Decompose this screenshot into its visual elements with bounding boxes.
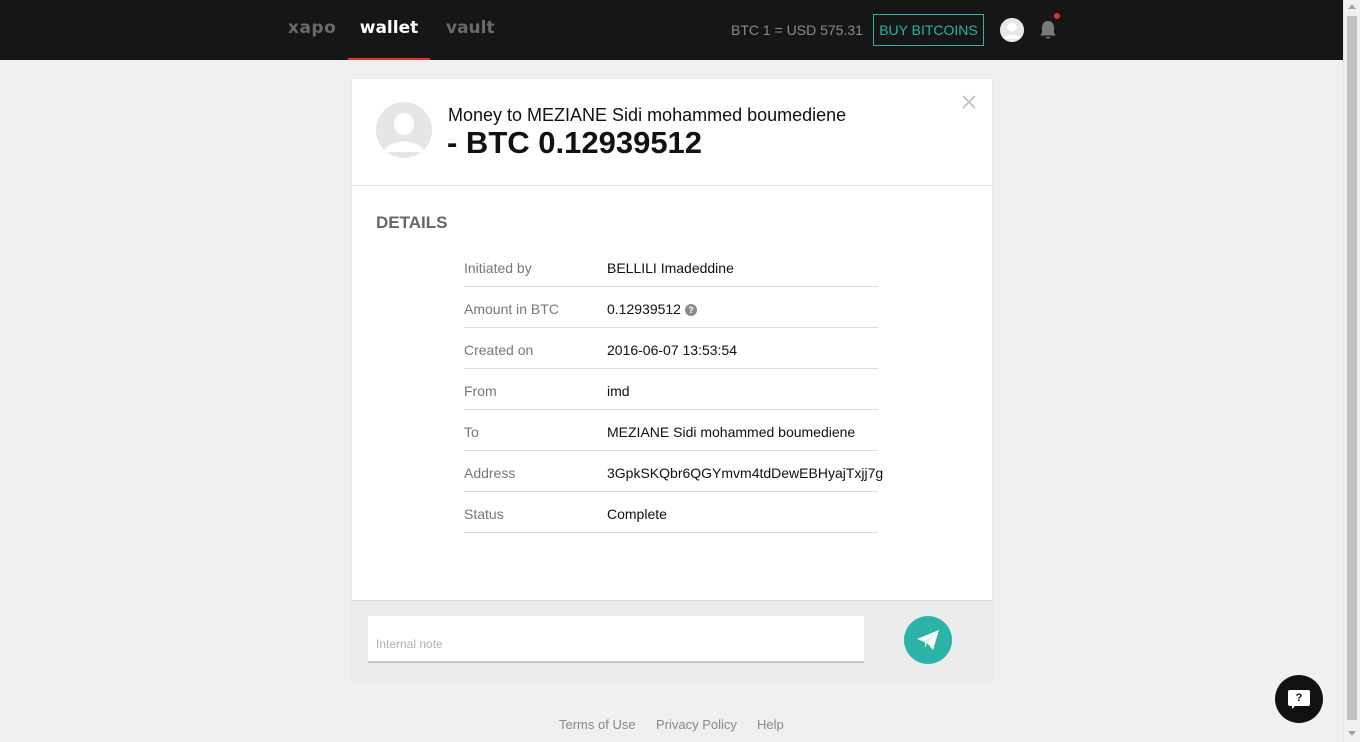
detail-label: Created on bbox=[464, 342, 534, 358]
detail-value: 0.12939512 bbox=[607, 301, 681, 317]
detail-row-status: Status Complete bbox=[464, 492, 878, 533]
notification-badge bbox=[1054, 13, 1060, 19]
active-tab-indicator bbox=[348, 58, 430, 60]
user-avatar-icon[interactable] bbox=[1000, 18, 1024, 42]
nav-tab-wallet[interactable]: wallet bbox=[348, 0, 430, 60]
paper-plane-icon bbox=[917, 630, 939, 650]
chat-help-button[interactable]: ? bbox=[1275, 675, 1323, 723]
detail-value: Complete bbox=[607, 506, 667, 522]
xapo-logo[interactable]: xapo bbox=[288, 18, 336, 38]
detail-label: From bbox=[464, 383, 497, 399]
nav-tab-wallet-label: wallet bbox=[359, 18, 419, 38]
transaction-title: Money to MEZIANE Sidi mohammed boumedien… bbox=[448, 105, 847, 125]
scroll-up-arrow-icon[interactable] bbox=[1348, 4, 1356, 9]
nav-tab-vault[interactable]: vault bbox=[446, 18, 495, 38]
detail-row-created-on: Created on 2016-06-07 13:53:54 bbox=[464, 328, 878, 369]
transaction-detail-card: Money to MEZIANE Sidi mohammed boumedien… bbox=[352, 79, 992, 681]
detail-label: Initiated by bbox=[464, 260, 532, 276]
buy-bitcoins-button[interactable]: BUY BITCOINS bbox=[873, 14, 984, 46]
detail-label: Address bbox=[464, 465, 516, 481]
detail-label: Status bbox=[464, 506, 504, 522]
detail-row-to: To MEZIANE Sidi mohammed boumediene bbox=[464, 410, 878, 451]
help-icon[interactable]: ? bbox=[684, 304, 697, 316]
scroll-down-arrow-icon[interactable] bbox=[1348, 731, 1356, 736]
transaction-amount: - BTC 0.12939512 bbox=[447, 125, 703, 160]
send-note-button[interactable] bbox=[904, 616, 952, 664]
scrollbar-thumb[interactable] bbox=[1347, 16, 1357, 720]
card-header: Money to MEZIANE Sidi mohammed boumedien… bbox=[352, 79, 992, 186]
detail-value: MEZIANE Sidi mohammed boumediene bbox=[607, 424, 856, 440]
help-link[interactable]: Help bbox=[757, 717, 784, 732]
notifications-bell-icon[interactable] bbox=[1038, 19, 1058, 41]
detail-value: 2016-06-07 13:53:54 bbox=[607, 342, 737, 358]
privacy-policy-link[interactable]: Privacy Policy bbox=[656, 717, 737, 732]
internal-note-section bbox=[352, 600, 992, 681]
exchange-rate: BTC 1 = USD 575.31 bbox=[731, 22, 863, 38]
detail-label: Amount in BTC bbox=[464, 301, 559, 317]
chat-bubble-tail bbox=[1292, 705, 1296, 709]
recipient-avatar-icon bbox=[376, 102, 432, 158]
detail-value: 3GpkSKQbr6QGYmvm4tdDewEBHyajTxjj7g bbox=[607, 465, 884, 481]
detail-value: imd bbox=[607, 383, 630, 399]
terms-of-use-link[interactable]: Terms of Use bbox=[559, 717, 636, 732]
close-icon[interactable] bbox=[960, 93, 978, 111]
detail-row-amount: Amount in BTC 0.12939512? bbox=[464, 287, 878, 328]
detail-row-from: From imd bbox=[464, 369, 878, 410]
detail-row-address: Address 3GpkSKQbr6QGYmvm4tdDewEBHyajTxjj… bbox=[464, 451, 883, 492]
details-table: Initiated by BELLILI Imadeddine Amount i… bbox=[464, 246, 883, 533]
detail-value-amount: 0.12939512? bbox=[607, 301, 697, 317]
top-navigation: xapo wallet vault BTC 1 = USD 575.31 BUY… bbox=[0, 0, 1343, 60]
page-scrollbar[interactable] bbox=[1343, 0, 1360, 742]
details-heading: DETAILS bbox=[376, 213, 448, 232]
detail-value: BELLILI Imadeddine bbox=[607, 260, 734, 276]
detail-row-initiated-by: Initiated by BELLILI Imadeddine bbox=[464, 246, 878, 287]
detail-label: To bbox=[464, 424, 479, 440]
internal-note-input[interactable] bbox=[368, 616, 864, 663]
chat-bubble-icon: ? bbox=[1288, 690, 1310, 706]
